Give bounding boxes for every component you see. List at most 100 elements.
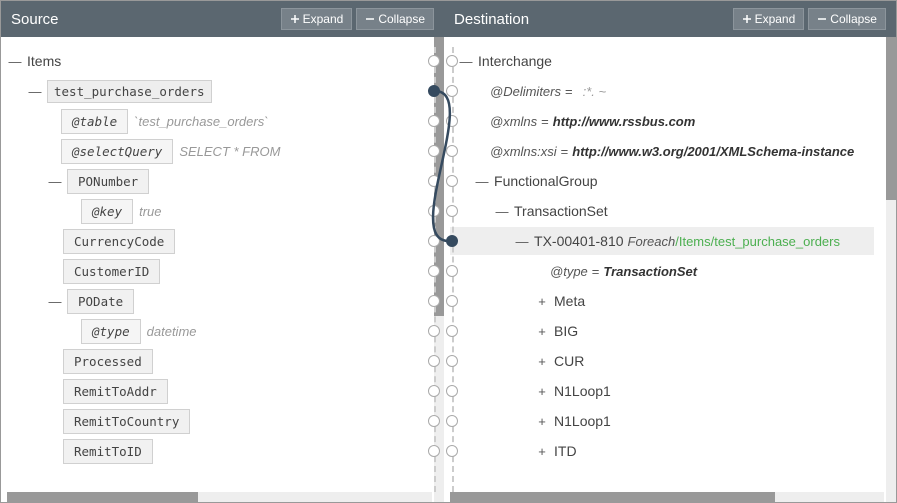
attr-selectquery-val: SELECT * FROM	[179, 144, 280, 159]
port[interactable]	[428, 415, 440, 427]
tree-node-n1a[interactable]: N1Loop1	[554, 383, 611, 399]
dest-vscroll[interactable]	[886, 37, 896, 502]
toggle-expand-icon[interactable]: +	[534, 443, 550, 459]
attr-type[interactable]: @type	[81, 319, 141, 344]
port[interactable]	[428, 175, 440, 187]
source-collapse-button[interactable]: Collapse	[356, 8, 434, 30]
toggle-icon[interactable]: —	[494, 203, 510, 219]
toggle-icon[interactable]: —	[474, 173, 490, 189]
attr-table-val: `test_purchase_orders`	[134, 114, 268, 129]
tree-node-items[interactable]: Items	[27, 53, 61, 69]
attr-xmlns[interactable]: @xmlns	[490, 114, 537, 129]
toggle-expand-icon[interactable]: +	[534, 353, 550, 369]
port[interactable]	[446, 205, 458, 217]
tree-node-processed[interactable]: Processed	[63, 349, 153, 374]
attr-type-val: datetime	[147, 324, 197, 339]
attr-xsi[interactable]: @xmlns:xsi	[490, 144, 557, 159]
port[interactable]	[428, 445, 440, 457]
tree-node-remittoid[interactable]: RemitToID	[63, 439, 153, 464]
port[interactable]	[446, 415, 458, 427]
toggle-expand-icon[interactable]: +	[534, 383, 550, 399]
port[interactable]	[428, 265, 440, 277]
dest-tree[interactable]: — Interchange @Delimiters = :*. ~ @xmlns…	[444, 37, 880, 502]
attr-type-dest[interactable]: @type	[550, 264, 588, 279]
tree-node-meta[interactable]: Meta	[554, 293, 585, 309]
attr-key[interactable]: @key	[81, 199, 133, 224]
port[interactable]	[428, 205, 440, 217]
port[interactable]	[446, 445, 458, 457]
attr-delimiters[interactable]: @Delimiters	[490, 84, 561, 99]
plus-icon	[290, 14, 300, 24]
collapse-label: Collapse	[378, 12, 425, 26]
port[interactable]	[428, 235, 440, 247]
port[interactable]	[428, 115, 440, 127]
attr-type-dest-val: TransactionSet	[603, 264, 697, 279]
tree-node-n1b[interactable]: N1Loop1	[554, 413, 611, 429]
tree-node-interchange[interactable]: Interchange	[478, 53, 552, 69]
tree-node-podate[interactable]: PODate	[67, 289, 134, 314]
port[interactable]	[428, 55, 440, 67]
port-connected[interactable]	[428, 85, 440, 97]
tree-node-ponumber[interactable]: PONumber	[67, 169, 149, 194]
attr-selectquery[interactable]: @selectQuery	[61, 139, 173, 164]
source-title: Source	[11, 11, 59, 28]
dest-hscroll[interactable]	[450, 492, 884, 502]
port[interactable]	[446, 385, 458, 397]
plus-icon	[742, 14, 752, 24]
attr-xsi-val: http://www.w3.org/2001/XMLSchema-instanc…	[572, 144, 854, 159]
expand-label: Expand	[755, 12, 796, 26]
tree-node-customerid[interactable]: CustomerID	[63, 259, 160, 284]
port[interactable]	[446, 325, 458, 337]
tree-node-big[interactable]: BIG	[554, 323, 578, 339]
tree-node-remittoaddr[interactable]: RemitToAddr	[63, 379, 168, 404]
source-expand-button[interactable]: Expand	[281, 8, 353, 30]
toggle-icon[interactable]: —	[7, 53, 23, 69]
tree-node-fg[interactable]: FunctionalGroup	[494, 173, 598, 189]
tree-node-currency[interactable]: CurrencyCode	[63, 229, 175, 254]
source-port-column	[426, 37, 444, 502]
tree-node-cur[interactable]: CUR	[554, 353, 584, 369]
toggle-icon[interactable]: —	[47, 173, 63, 189]
port[interactable]	[446, 115, 458, 127]
foreach-path: /Items/test_purchase_orders	[675, 234, 840, 249]
tree-node-ts[interactable]: TransactionSet	[514, 203, 608, 219]
eq: =	[592, 264, 600, 279]
port[interactable]	[446, 265, 458, 277]
toggle-expand-icon[interactable]: +	[534, 323, 550, 339]
port[interactable]	[428, 355, 440, 367]
toggle-expand-icon[interactable]: +	[534, 413, 550, 429]
tree-node-tx[interactable]: TX-00401-810	[534, 233, 624, 249]
toggle-icon[interactable]: —	[514, 233, 530, 249]
dest-collapse-button[interactable]: Collapse	[808, 8, 886, 30]
eq: =	[561, 144, 569, 159]
expand-label: Expand	[303, 12, 344, 26]
attr-delimiters-val: :*. ~	[583, 84, 607, 99]
dest-port-column	[444, 37, 462, 502]
source-tree[interactable]: — Items — test_purchase_orders @table `t…	[1, 37, 428, 502]
dest-title: Destination	[454, 11, 529, 28]
minus-icon	[365, 14, 375, 24]
port[interactable]	[428, 145, 440, 157]
tree-node-table[interactable]: test_purchase_orders	[47, 80, 212, 103]
port-connected[interactable]	[446, 235, 458, 247]
toggle-icon[interactable]: —	[27, 83, 43, 99]
source-hscroll[interactable]	[7, 492, 432, 502]
dest-expand-button[interactable]: Expand	[733, 8, 805, 30]
eq: =	[565, 84, 573, 99]
port[interactable]	[446, 295, 458, 307]
port[interactable]	[428, 385, 440, 397]
tree-node-remittocountry[interactable]: RemitToCountry	[63, 409, 190, 434]
toggle-icon[interactable]: —	[47, 293, 63, 309]
port[interactable]	[446, 55, 458, 67]
port[interactable]	[446, 85, 458, 97]
port[interactable]	[428, 295, 440, 307]
port[interactable]	[446, 355, 458, 367]
attr-table[interactable]: @table	[61, 109, 128, 134]
port[interactable]	[428, 325, 440, 337]
port[interactable]	[446, 175, 458, 187]
port[interactable]	[446, 145, 458, 157]
foreach-label: Foreach	[628, 234, 676, 249]
attr-key-val: true	[139, 204, 161, 219]
tree-node-itd[interactable]: ITD	[554, 443, 577, 459]
toggle-expand-icon[interactable]: +	[534, 293, 550, 309]
